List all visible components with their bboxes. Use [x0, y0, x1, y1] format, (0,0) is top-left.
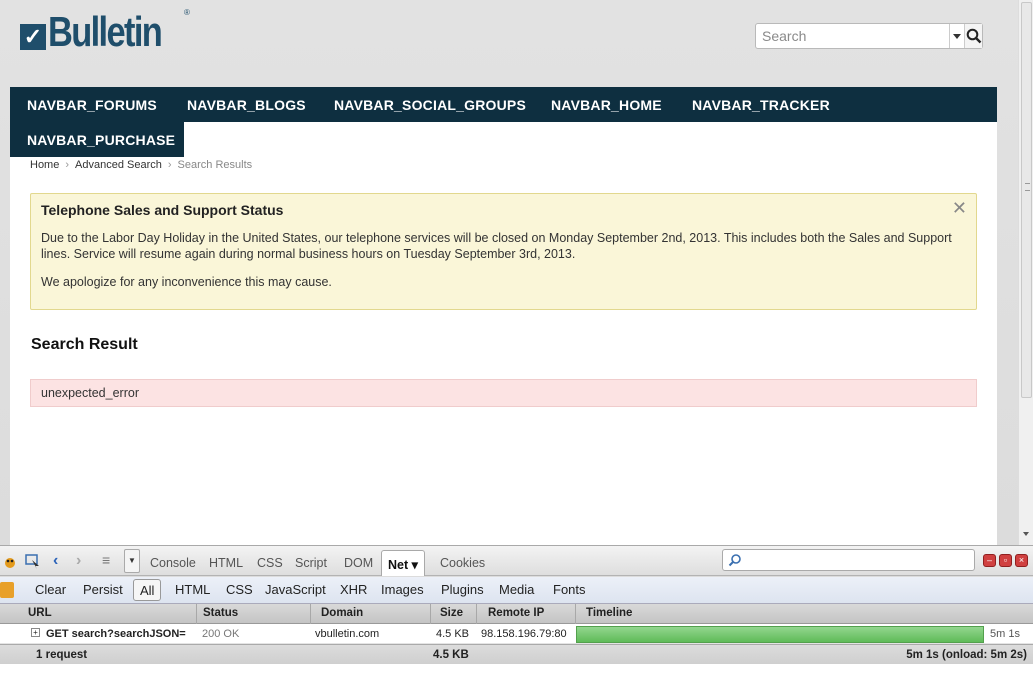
- net-table-header: URL Status Domain Size Remote IP Timelin…: [0, 604, 1033, 624]
- page-scrollbar[interactable]: [1018, 0, 1033, 545]
- col-url[interactable]: URL: [28, 607, 52, 619]
- search-options-dropdown[interactable]: [949, 24, 964, 48]
- search-icon: [728, 554, 741, 567]
- grip-icon: [1025, 183, 1030, 191]
- filter-fonts-button[interactable]: Fonts: [553, 582, 586, 597]
- column-separator: [310, 604, 311, 624]
- request-remote-ip: 98.158.196.79:80: [481, 628, 567, 640]
- logo-check-icon: ✓: [20, 24, 46, 50]
- filter-javascript-button[interactable]: JavaScript: [265, 582, 326, 597]
- close-icon[interactable]: ✕: [952, 199, 967, 217]
- expand-icon[interactable]: +: [31, 628, 40, 637]
- column-separator: [430, 604, 431, 624]
- minimize-icon[interactable]: –: [983, 554, 996, 567]
- timeline-bar: [576, 626, 984, 643]
- breadcrumb-advanced-search[interactable]: Advanced Search: [75, 159, 162, 171]
- clear-button[interactable]: Clear: [35, 582, 66, 597]
- breadcrumb-home[interactable]: Home: [30, 159, 59, 171]
- scroll-down-arrow-icon[interactable]: [1023, 532, 1029, 536]
- request-url[interactable]: GET search?searchJSON=: [46, 628, 186, 640]
- request-count: 1 request: [36, 649, 88, 661]
- search-button[interactable]: [964, 24, 982, 48]
- tab-html[interactable]: HTML: [209, 556, 243, 570]
- request-domain: vbulletin.com: [315, 628, 380, 640]
- col-domain[interactable]: Domain: [321, 607, 363, 619]
- request-status: 200 OK: [202, 628, 240, 640]
- close-firebug-icon[interactable]: ×: [1015, 554, 1028, 567]
- chevron-down-icon: [953, 33, 962, 39]
- breadcrumb-current: Search Results: [177, 159, 253, 171]
- back-arrow-icon[interactable]: ‹: [53, 552, 58, 570]
- breadcrumb: Home › Advanced Search › Search Results: [30, 159, 252, 171]
- col-size[interactable]: Size: [440, 607, 463, 619]
- total-size: 4.5 KB: [433, 649, 469, 661]
- tab-dom[interactable]: DOM: [344, 556, 373, 570]
- search-icon: [966, 28, 981, 44]
- detach-icon[interactable]: ▫: [999, 554, 1012, 567]
- firebug-search-input[interactable]: [722, 549, 975, 571]
- tab-net[interactable]: Net ▾: [381, 550, 425, 576]
- xhr-icon[interactable]: [0, 582, 14, 598]
- inspect-icon[interactable]: [25, 554, 41, 570]
- menu-icon[interactable]: ≡: [102, 552, 110, 568]
- search-input[interactable]: [756, 24, 949, 48]
- chevron-right-icon: ›: [65, 159, 70, 171]
- nav-blogs[interactable]: NAVBAR_BLOGS: [187, 87, 306, 122]
- search-result-title: Search Result: [31, 336, 138, 353]
- firebug-icon[interactable]: [2, 554, 18, 570]
- col-timeline[interactable]: Timeline: [586, 607, 632, 619]
- vbulletin-logo[interactable]: ✓ Bulletin: [20, 8, 186, 56]
- column-separator: [476, 604, 477, 624]
- notice-title: Telephone Sales and Support Status: [41, 202, 284, 218]
- tab-console[interactable]: Console: [150, 556, 196, 570]
- column-separator: [575, 604, 576, 624]
- notice-box: Telephone Sales and Support Status ✕ Due…: [30, 193, 977, 310]
- filter-media-button[interactable]: Media: [499, 582, 534, 597]
- chevron-right-icon: ›: [167, 159, 172, 171]
- nav-social-groups[interactable]: NAVBAR_SOCIAL_GROUPS: [334, 87, 526, 122]
- nav-home[interactable]: NAVBAR_HOME: [551, 87, 662, 122]
- filter-images-button[interactable]: Images: [381, 582, 424, 597]
- logo-text: Bulletin: [48, 8, 163, 55]
- site-search: [755, 23, 983, 49]
- column-separator: [196, 604, 197, 624]
- filter-html-button[interactable]: HTML: [175, 582, 210, 597]
- navbar: NAVBAR_FORUMS NAVBAR_BLOGS NAVBAR_SOCIAL…: [10, 87, 997, 122]
- tab-script[interactable]: Script: [295, 556, 327, 570]
- status-strip: [0, 664, 1033, 687]
- nav-tracker[interactable]: NAVBAR_TRACKER: [692, 87, 830, 122]
- tab-css[interactable]: CSS: [257, 556, 283, 570]
- scroll-thumb[interactable]: [1021, 2, 1032, 398]
- content-panel: [10, 122, 997, 545]
- dropdown-icon[interactable]: ▼: [124, 549, 140, 573]
- filter-all-button[interactable]: All: [133, 579, 162, 601]
- notice-body: Due to the Labor Day Holiday in the Unit…: [41, 231, 952, 261]
- navbar-row-2: NAVBAR_PURCHASE: [10, 122, 184, 157]
- filter-css-button[interactable]: CSS: [226, 582, 253, 597]
- filter-plugins-button[interactable]: Plugins: [441, 582, 484, 597]
- notice-apology: We apologize for any inconvenience this …: [41, 275, 332, 289]
- nav-purchase[interactable]: NAVBAR_PURCHASE: [27, 122, 175, 157]
- total-time: 5m 1s (onload: 5m 2s): [906, 649, 1027, 661]
- request-time: 5m 1s: [990, 628, 1020, 640]
- col-status[interactable]: Status: [203, 607, 238, 619]
- net-summary: 1 request 4.5 KB 5m 1s (onload: 5m 2s): [0, 644, 1033, 664]
- request-size: 4.5 KB: [436, 628, 470, 640]
- col-remote-ip[interactable]: Remote IP: [488, 607, 544, 619]
- nav-forums[interactable]: NAVBAR_FORUMS: [27, 87, 157, 122]
- forward-arrow-icon[interactable]: ›: [76, 552, 81, 570]
- logo-registered-mark: ®: [184, 8, 190, 17]
- persist-button[interactable]: Persist: [83, 582, 123, 597]
- error-message: unexpected_error: [30, 379, 977, 407]
- filter-xhr-button[interactable]: XHR: [340, 582, 367, 597]
- tab-cookies[interactable]: Cookies: [440, 556, 485, 570]
